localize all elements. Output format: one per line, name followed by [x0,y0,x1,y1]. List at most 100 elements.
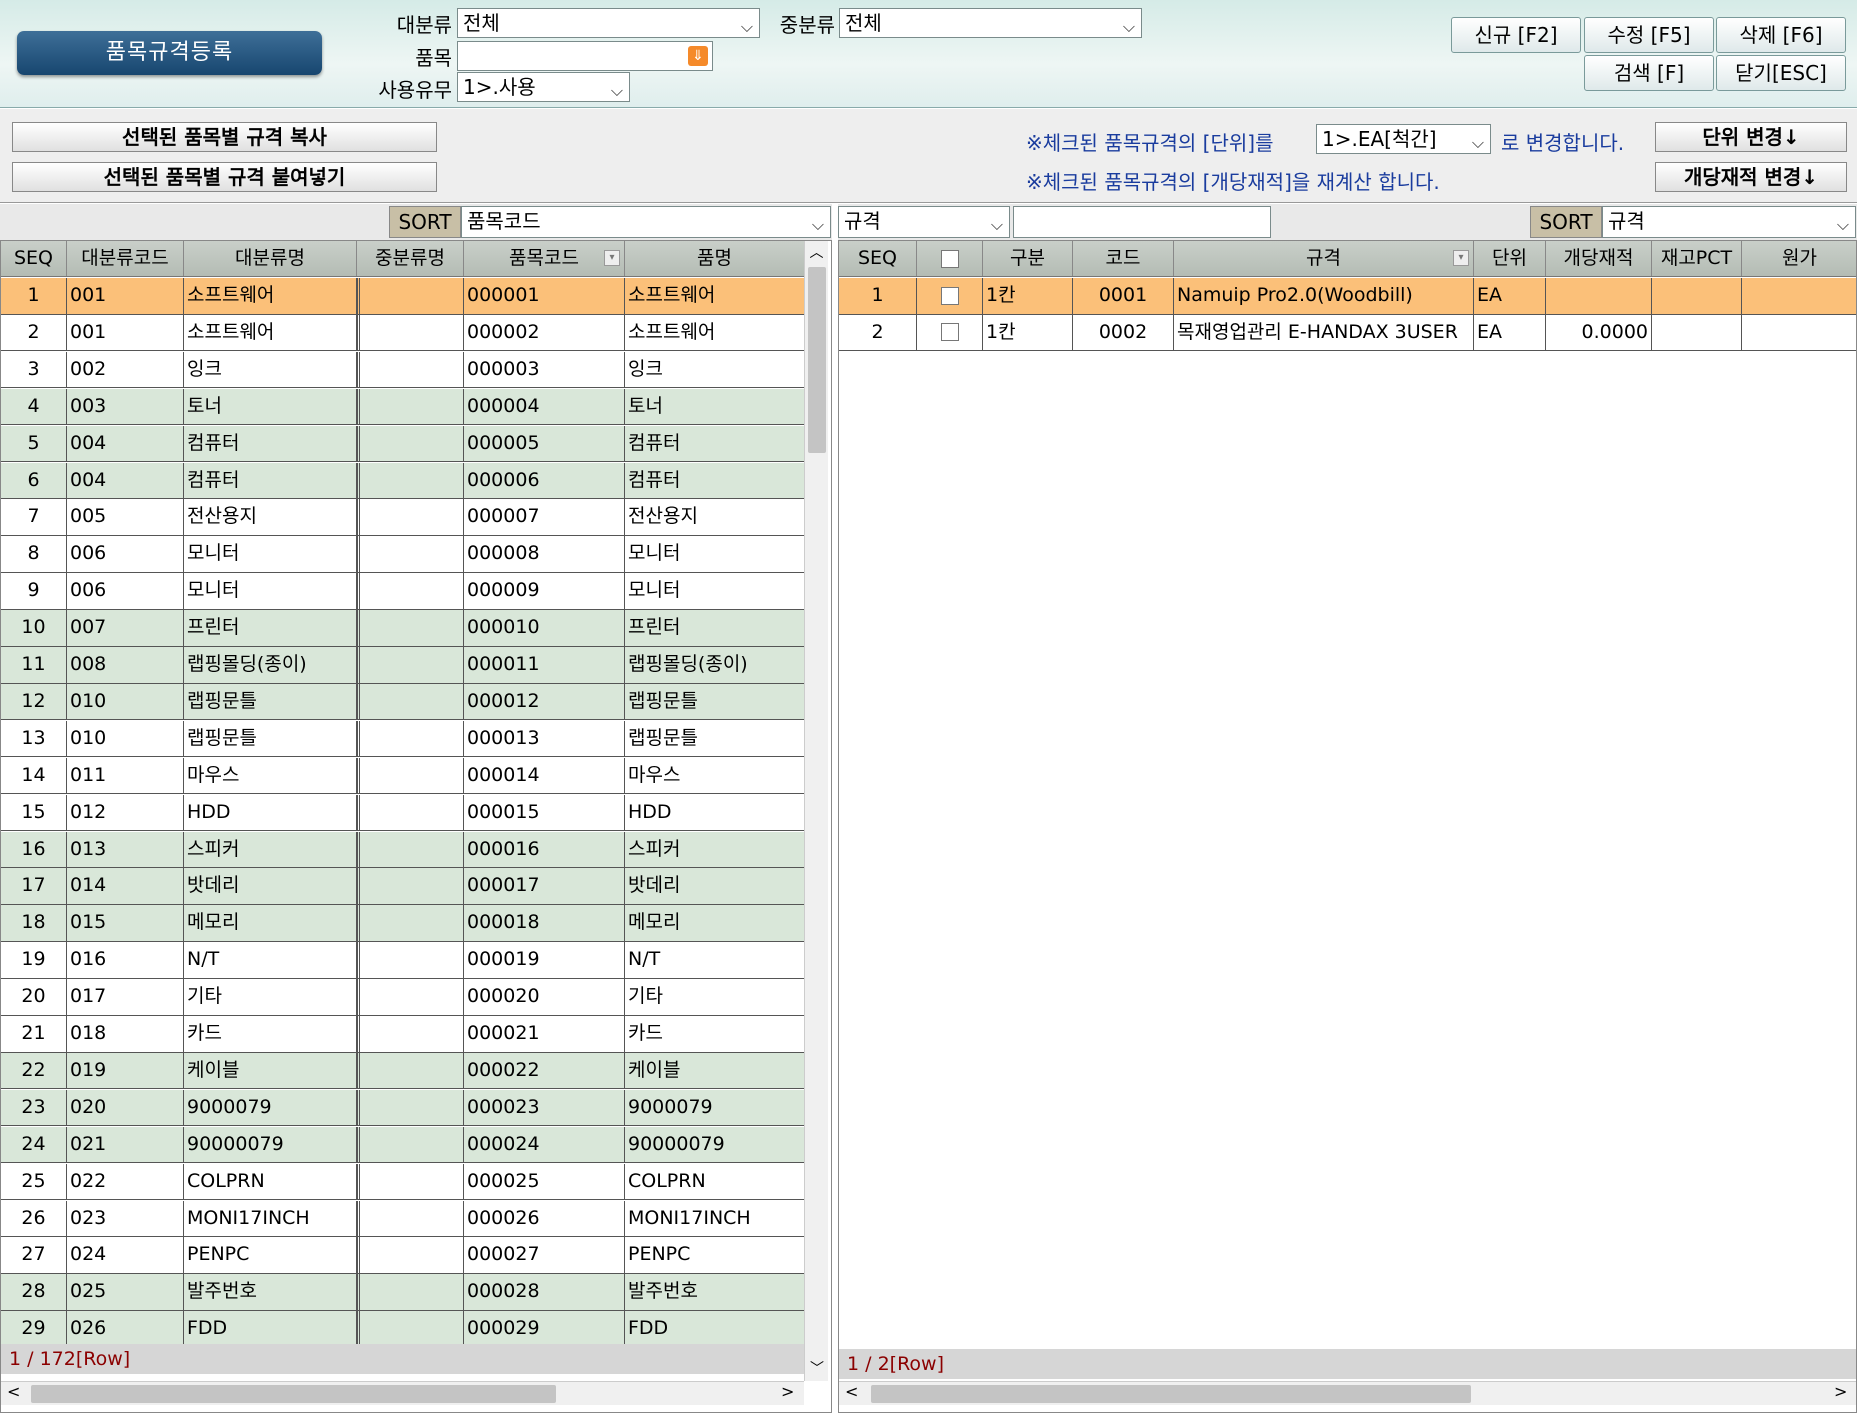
left-sort-select[interactable]: 품목코드 ⌵ [461,206,831,238]
cell-type: 1칸 [983,314,1073,351]
table-row[interactable]: 27 024 PENPC 000027 PENPC [1,1237,805,1274]
table-row-selected[interactable]: 1 001 소프트웨어 000001 소프트웨어 [1,278,805,315]
item-grid-hscroll-thumb[interactable] [31,1385,556,1403]
table-row[interactable]: 22 019 케이블 000022 케이블 [1,1052,805,1090]
spec-grid-hscroll[interactable]: < > [839,1381,1856,1405]
table-row[interactable]: 28 025 발주번호 000028 발주번호 [1,1274,805,1311]
spec-grid-header-seq[interactable]: SEQ [839,241,917,276]
cell-check[interactable] [917,278,983,314]
table-row[interactable]: 25 022 COLPRN 000025 COLPRN [1,1163,805,1201]
arrow-up-icon[interactable]: ︿ [805,241,828,265]
table-row[interactable]: 21 018 카드 000021 카드 [1,1016,805,1053]
spec-grid-header-qty[interactable]: 개당재적 [1546,241,1652,276]
table-row[interactable]: 5 004 컴퓨터 000005 컴퓨터 [1,425,805,463]
arrow-left-icon[interactable]: < [845,1382,858,1401]
cell-seq: 24 [1,1126,67,1163]
spec-grid-hscroll-thumb[interactable] [871,1385,1471,1403]
right-sort-select[interactable]: 규격 ⌵ [1602,206,1856,238]
spec-grid-header-stock-pct[interactable]: 재고PCT [1652,241,1742,276]
item-grid-header-item-code[interactable]: 품목코드 ▾ [464,241,625,276]
table-row[interactable]: 17 014 밧데리 000017 밧데리 [1,868,805,905]
unit-change-button[interactable]: 단위 변경↓ [1655,122,1847,152]
table-row[interactable]: 23 020 9000079 000023 9000079 [1,1089,805,1127]
spec-grid-header-unit[interactable]: 단위 [1474,241,1546,276]
table-row[interactable]: 24 021 90000079 000024 90000079 [1,1126,805,1164]
search-button[interactable]: 검색 [F] [1584,55,1714,91]
spec-grid-header-cost[interactable]: 원가 [1742,241,1856,276]
arrow-down-icon[interactable]: ﹀ [805,1357,829,1381]
item-grid-header-major-name[interactable]: 대분류명 [184,241,357,276]
table-row[interactable]: 11 008 랩핑몰딩(종이) 000011 랩핑몰딩(종이) [1,647,805,684]
delete-button[interactable]: 삭제 [F6] [1716,17,1846,53]
item-grid-header-mid-name[interactable]: 중분류명 [357,241,464,276]
table-row[interactable]: 13 010 랩핑문틀 000013 랩핑문틀 [1,720,805,758]
orange-search-icon[interactable]: ⇓ [688,46,708,66]
filter-icon[interactable]: ▾ [1453,250,1469,266]
table-row[interactable]: 4 003 토너 000004 토너 [1,388,805,426]
table-row[interactable]: 20 017 기타 000020 기타 [1,979,805,1016]
cell-item-code: 000027 [464,1237,625,1273]
table-row[interactable]: 3 002 잉크 000003 잉크 [1,351,805,389]
spec-grid[interactable]: SEQ 구분 코드 규격 ▾ 단위 개당재적 재고PCT 원가 1 1칸 0001 Namuip Pr… [838,240,1857,1413]
table-row[interactable]: 8 006 모니터 000008 모니터 [1,536,805,573]
item-grid-header-seq[interactable]: SEQ [1,241,67,276]
table-row[interactable]: 6 004 컴퓨터 000006 컴퓨터 [1,462,805,499]
edit-button[interactable]: 수정 [F5] [1584,17,1714,53]
item-grid-header-item-name[interactable]: 품명 [625,241,805,276]
item-grid-hscroll[interactable]: < > [1,1381,804,1405]
row-checkbox[interactable] [940,286,959,305]
spec-filter-field-select[interactable]: 규격 ⌵ [838,206,1010,238]
unit-select[interactable]: 1>.EA[척간] ⌵ [1316,124,1491,154]
table-row[interactable]: 18 015 메모리 000018 메모리 [1,905,805,942]
select-all-checkbox[interactable] [940,249,959,268]
table-row[interactable]: 10 007 프린터 000010 프린터 [1,610,805,647]
table-row[interactable]: 2 001 소프트웨어 000002 소프트웨어 [1,314,805,352]
cell-item-code: 000026 [464,1200,625,1236]
right-sort-value: 규격 [1608,209,1645,233]
spec-grid-header-check[interactable] [917,241,983,276]
table-row[interactable]: 29 026 FDD 000029 FDD [1,1311,805,1348]
table-row[interactable]: 15 012 HDD 000015 HDD [1,794,805,832]
table-row[interactable]: 19 016 N/T 000019 N/T [1,942,805,979]
cell-major-code: 003 [67,388,184,425]
spec-grid-header-type[interactable]: 구분 [983,241,1073,276]
cell-major-code: 001 [67,314,184,351]
qty-change-button[interactable]: 개당재적 변경↓ [1655,162,1847,192]
filter-icon[interactable]: ▾ [604,250,620,266]
table-row[interactable]: 9 006 모니터 000009 모니터 [1,573,805,610]
spec-grid-header-code[interactable]: 코드 [1073,241,1174,276]
screen-title-button[interactable]: 품목규격등록 [17,31,322,75]
use-status-select[interactable]: 1>.사용 ⌵ [457,72,630,102]
cell-mid-name [357,1163,464,1200]
arrow-right-icon[interactable]: > [1834,1382,1847,1401]
item-grid-header-major-code[interactable]: 대분류코드 [67,241,184,276]
mid-category-select[interactable]: 전체 ⌵ [839,8,1142,38]
item-grid-vscroll-thumb[interactable] [808,267,826,453]
cell-major-name: 전산용지 [184,499,357,535]
table-row[interactable]: 16 013 스피커 000016 스피커 [1,831,805,868]
arrow-right-icon[interactable]: > [781,1382,794,1401]
item-input[interactable]: ⇓ [457,41,713,71]
chevron-down-icon: ⌵ [1836,215,1849,234]
item-grid-header-label: 품명 [697,247,732,269]
copy-spec-button[interactable]: 선택된 품목별 규격 복사 [12,122,437,152]
cell-mid-name [357,757,464,794]
item-grid[interactable]: SEQ 대분류코드 대분류명 중분류명 품목코드 ▾ 품명 1 001 소프트웨어 000001 소… [0,240,832,1413]
close-button[interactable]: 닫기[ESC] [1716,55,1846,91]
table-row[interactable]: 2 1칸 0002 목재영업관리 E-HANDAX 3USER EA 0.0000 [839,314,1856,352]
spec-filter-input[interactable] [1013,206,1271,238]
table-row[interactable]: 26 023 MONI17INCH 000026 MONI17INCH [1,1200,805,1237]
table-row-selected[interactable]: 1 1칸 0001 Namuip Pro2.0(Woodbill) EA [839,278,1856,315]
arrow-left-icon[interactable]: < [7,1382,20,1401]
table-row[interactable]: 7 005 전산용지 000007 전산용지 [1,499,805,536]
spec-grid-header-spec[interactable]: 규격 ▾ [1174,241,1474,276]
paste-spec-button[interactable]: 선택된 품목별 규격 붙여넣기 [12,162,437,192]
cell-check[interactable] [917,314,983,351]
table-row[interactable]: 12 010 랩핑문틀 000012 랩핑문틀 [1,683,805,721]
table-row[interactable]: 14 011 마우스 000014 마우스 [1,757,805,795]
cell-item-code: 000028 [464,1274,625,1310]
item-grid-vscroll[interactable]: ︿ ﹀ [804,241,828,1381]
new-button[interactable]: 신규 [F2] [1451,17,1581,53]
major-category-select[interactable]: 전체 ⌵ [457,8,760,38]
row-checkbox[interactable] [940,323,959,342]
